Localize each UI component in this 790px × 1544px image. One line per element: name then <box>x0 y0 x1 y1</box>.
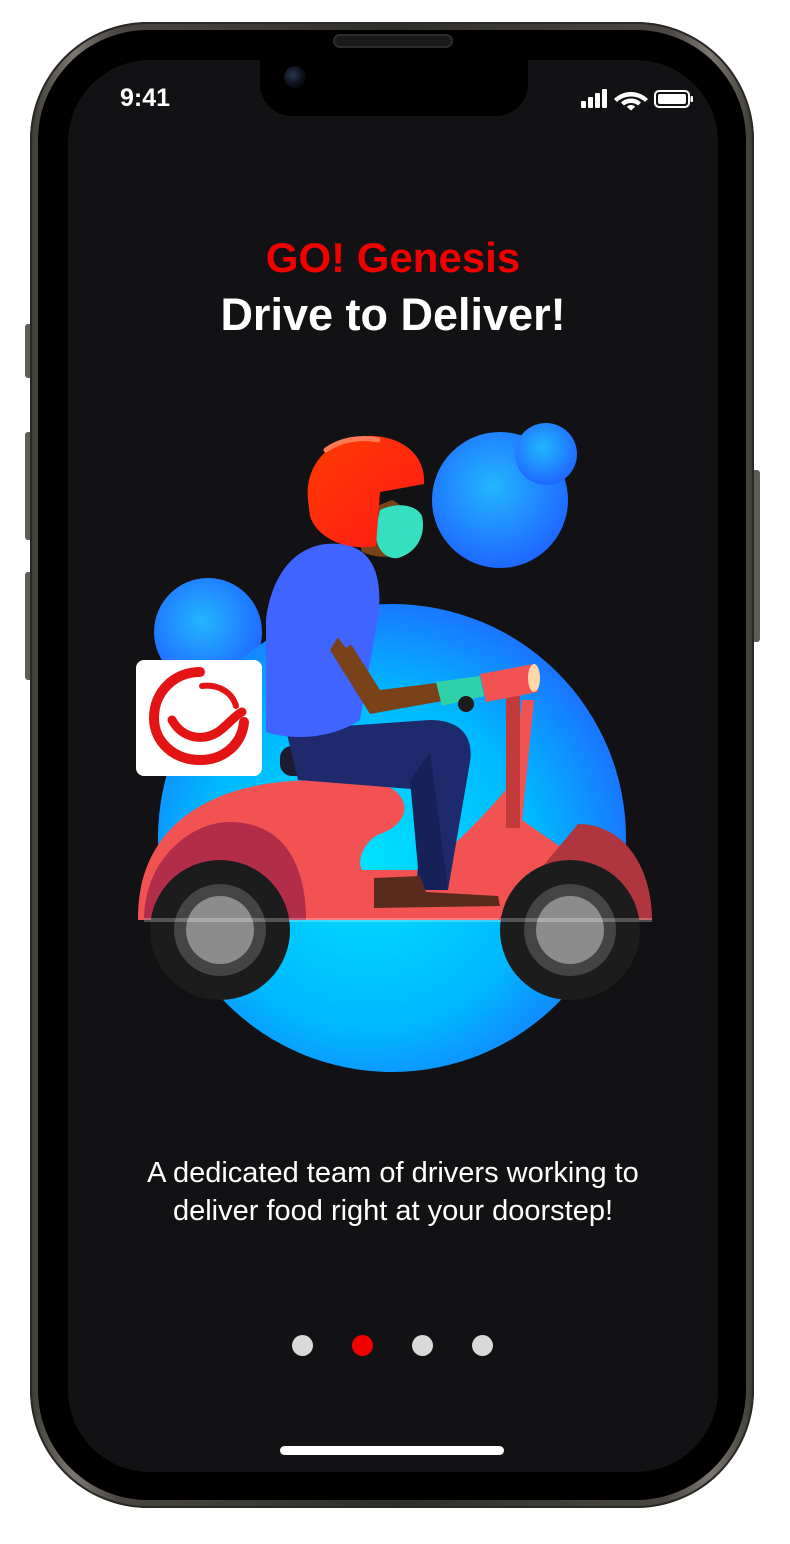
device-mockup: 9:41 GO! Genesis Drive to Deliver! A ded… <box>0 0 790 1544</box>
onboarding-description: A dedicated team of drivers working to d… <box>147 1157 639 1227</box>
earpiece-speaker <box>333 34 453 48</box>
page-dot-3[interactable] <box>412 1335 433 1356</box>
page-dot-1[interactable] <box>292 1335 313 1356</box>
battery-icon <box>654 90 693 108</box>
page-dot-2-active[interactable] <box>352 1335 373 1356</box>
status-time: 9:41 <box>120 84 171 112</box>
status-icons <box>581 89 693 111</box>
cellular-signal-icon <box>581 89 607 108</box>
wifi-icon <box>614 92 648 111</box>
front-wheel <box>500 860 640 1000</box>
headline: Drive to Deliver! <box>220 289 566 340</box>
page-indicator <box>290 1335 500 1357</box>
rear-wheel <box>150 860 290 1000</box>
delivery-box <box>136 660 262 776</box>
delivery-rider-illustration <box>136 423 652 1072</box>
home-indicator[interactable] <box>280 1446 504 1455</box>
brand-title: GO! Genesis <box>265 234 521 281</box>
front-camera <box>284 66 306 88</box>
page-dot-4[interactable] <box>472 1335 493 1356</box>
